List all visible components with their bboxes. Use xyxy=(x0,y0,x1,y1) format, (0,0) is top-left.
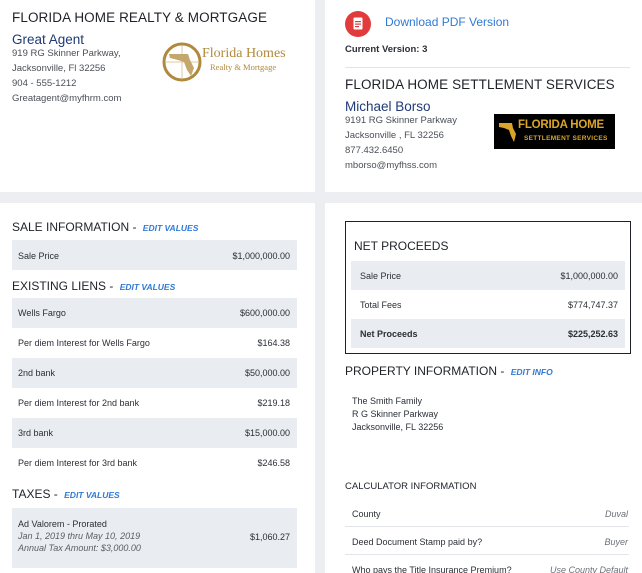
calculator-row: Who pays the Title Insurance Premium? Us… xyxy=(345,555,629,573)
settlement-logo-subtext: SETTLEMENT SERVICES xyxy=(524,135,608,142)
settlement-contact: 9191 RG Skinner Parkway Jacksonville , F… xyxy=(345,113,457,173)
current-version: Current Version: 3 xyxy=(345,44,428,55)
settlement-logo-text: FLORIDA HOME xyxy=(518,119,604,131)
row-label: Total Fees xyxy=(360,300,402,310)
row-value: $164.38 xyxy=(257,338,290,348)
florida-homes-logo-subtext: Realty & Mortgage xyxy=(210,62,277,72)
edit-sale-values-link[interactable]: EDIT VALUES xyxy=(143,223,199,233)
taxes-heading: TAXES - EDIT VALUES xyxy=(12,487,120,501)
row-value: $774,747.37 xyxy=(567,300,618,310)
settlement-company-name: FLORIDA HOME SETTLEMENT SERVICES xyxy=(345,77,615,92)
calculator-information-title: CALCULATOR INFORMATION xyxy=(345,481,477,492)
property-address: The Smith Family R G Skinner Parkway Jac… xyxy=(352,395,443,434)
settlement-address-line2: Jacksonville , FL 32256 xyxy=(345,130,444,141)
tax-value: $1,060.27 xyxy=(249,532,290,542)
row-value: $1,000,000.00 xyxy=(232,251,290,261)
lien-row: Wells Fargo $600,000.00 xyxy=(12,298,297,328)
agent-contact: 919 RG Skinner Parkway, Jacksonville, Fl… xyxy=(12,46,121,106)
row-label: Sale Price xyxy=(360,271,402,281)
agent-address-line2: Jacksonville, Fl 32256 xyxy=(12,63,106,74)
summary-card: NET PROCEEDS Sale Price $1,000,000.00 To… xyxy=(325,203,642,573)
property-information-title: PROPERTY INFORMATION - xyxy=(345,364,505,378)
agent-card: FLORIDA HOME REALTY & MORTGAGE Great Age… xyxy=(0,0,315,192)
calculator-row: County Duval xyxy=(345,499,629,527)
existing-liens-heading: EXISTING LIENS - EDIT VALUES xyxy=(12,279,175,293)
row-label: Per diem Interest for Wells Fargo xyxy=(18,338,150,348)
net-proceeds-total-row: Net Proceeds $225,252.63 xyxy=(351,319,625,348)
property-information-heading: PROPERTY INFORMATION - EDIT INFO xyxy=(345,364,553,378)
settlement-address-line1: 9191 RG Skinner Parkway xyxy=(345,115,457,126)
calculator-row: Deed Document Stamp paid by? Buyer xyxy=(345,527,629,555)
row-value: Duval xyxy=(604,509,628,519)
download-pdf-link[interactable]: Download PDF Version xyxy=(385,15,509,29)
florida-state-icon xyxy=(499,123,516,142)
agent-phone: 904 - 555-1212 xyxy=(12,78,77,89)
divider xyxy=(345,67,630,68)
sale-information-title: SALE INFORMATION - xyxy=(12,220,137,234)
net-proceeds-title: NET PROCEEDS xyxy=(354,239,449,253)
row-label: 3rd bank xyxy=(18,428,54,438)
row-label: Sale Price xyxy=(18,251,60,261)
row-value: $219.18 xyxy=(257,398,290,408)
property-street: R G Skinner Parkway xyxy=(352,409,439,419)
sale-information-heading: SALE INFORMATION - EDIT VALUES xyxy=(12,220,198,234)
taxes-title: TAXES - xyxy=(12,487,58,501)
settlement-agent-name: Michael Borso xyxy=(345,99,431,114)
agent-company-name: FLORIDA HOME REALTY & MORTGAGE xyxy=(12,10,268,25)
florida-homes-logo: Florida Homes Realty & Mortgage xyxy=(160,40,286,84)
net-proceeds-row: Sale Price $1,000,000.00 xyxy=(351,261,625,290)
net-proceeds-box: NET PROCEEDS Sale Price $1,000,000.00 To… xyxy=(345,221,631,354)
sale-details-card: SALE INFORMATION - EDIT VALUES Sale Pric… xyxy=(0,203,315,573)
tax-label: Ad Valorem - Prorated xyxy=(18,519,107,529)
existing-liens-title: EXISTING LIENS - xyxy=(12,279,114,293)
tax-dates: Jan 1, 2019 thru May 10, 2019 xyxy=(18,531,141,541)
property-city: Jacksonville, FL 32256 xyxy=(352,422,444,432)
florida-globe-icon xyxy=(162,42,202,82)
settlement-phone: 877.432.6450 xyxy=(345,145,404,156)
net-proceeds-row: Total Fees $774,747.37 xyxy=(351,290,625,319)
settlement-email: mborso@myfhss.com xyxy=(345,160,437,171)
agent-name: Great Agent xyxy=(12,32,85,47)
property-owner: The Smith Family xyxy=(352,396,423,406)
lien-row: Per diem Interest for 3rd bank $246.58 xyxy=(12,448,297,478)
row-value: Use County Default xyxy=(549,565,628,573)
florida-home-settlement-logo: FLORIDA HOME SETTLEMENT SERVICES xyxy=(494,114,615,149)
edit-liens-values-link[interactable]: EDIT VALUES xyxy=(120,282,176,292)
row-label: 2nd bank xyxy=(18,368,56,378)
row-value: $225,252.63 xyxy=(567,329,618,339)
edit-taxes-values-link[interactable]: EDIT VALUES xyxy=(64,490,120,500)
row-label: County xyxy=(352,509,381,519)
lien-row: 3rd bank $15,000.00 xyxy=(12,418,297,448)
tax-annual-amount: Annual Tax Amount: $3,000.00 xyxy=(18,543,141,553)
row-label: Who pays the Title Insurance Premium? xyxy=(352,565,512,573)
row-label: Per diem Interest for 3rd bank xyxy=(18,458,138,468)
tax-row: Ad Valorem - Prorated Jan 1, 2019 thru M… xyxy=(12,508,297,568)
row-value: Buyer xyxy=(604,537,628,547)
lien-row: 2nd bank $50,000.00 xyxy=(12,358,297,388)
row-value: $15,000.00 xyxy=(244,428,290,438)
florida-homes-logo-text: Florida Homes xyxy=(202,46,286,61)
edit-property-info-link[interactable]: EDIT INFO xyxy=(511,367,553,377)
row-label: Per diem Interest for 2nd bank xyxy=(18,398,140,408)
row-value: $246.58 xyxy=(257,458,290,468)
row-value: $600,000.00 xyxy=(239,308,290,318)
row-label: Deed Document Stamp paid by? xyxy=(352,537,483,547)
row-label: Net Proceeds xyxy=(360,329,418,339)
lien-row: Per diem Interest for 2nd bank $219.18 xyxy=(12,388,297,418)
sale-price-row: Sale Price $1,000,000.00 xyxy=(12,240,297,270)
row-label: Wells Fargo xyxy=(18,308,66,318)
settlement-card: Download PDF Version Current Version: 3 … xyxy=(325,0,642,192)
row-value: $50,000.00 xyxy=(244,368,290,378)
lien-row: Per diem Interest for Wells Fargo $164.3… xyxy=(12,328,297,358)
pdf-file-icon[interactable] xyxy=(345,11,371,37)
agent-email: Greatagent@myfhrm.com xyxy=(12,93,122,104)
row-value: $1,000,000.00 xyxy=(560,271,618,281)
agent-address-line1: 919 RG Skinner Parkway, xyxy=(12,48,121,59)
